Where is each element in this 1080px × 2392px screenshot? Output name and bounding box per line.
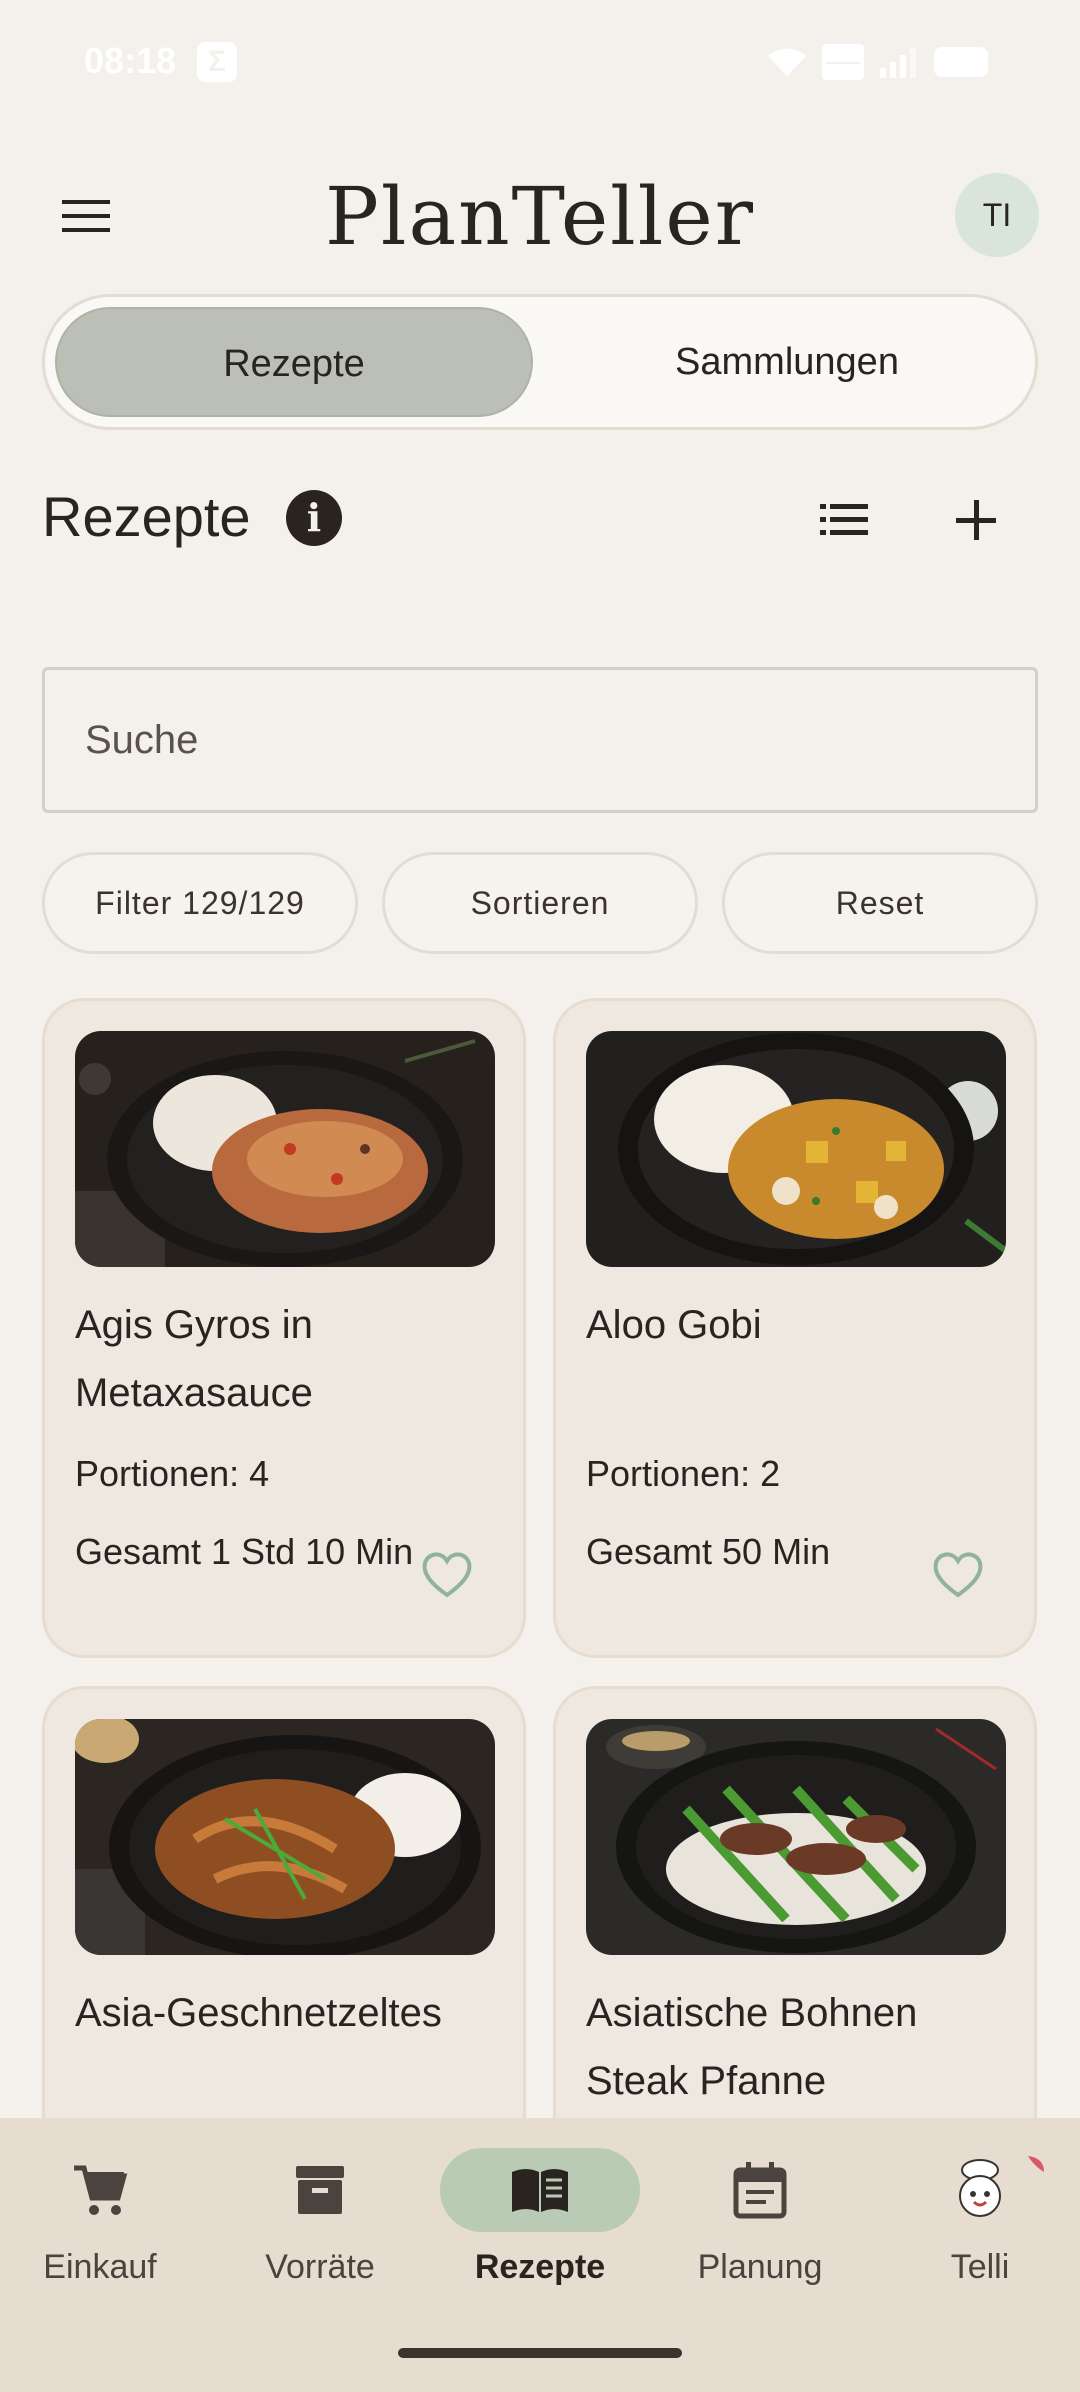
nav-label: Planung [697, 2248, 823, 2286]
app-title: PlanTeller [325, 170, 755, 263]
recipe-image [586, 1719, 1006, 1955]
notification-dot-icon [1028, 2156, 1044, 2172]
signal-icon [880, 48, 916, 78]
volte-icon [822, 44, 864, 80]
recipe-card[interactable]: Aloo Gobi Portionen: 2 Gesamt 50 Min [553, 998, 1037, 1658]
recipe-total-time: Gesamt 1 Std 10 Min [75, 1531, 414, 1572]
reset-chip[interactable]: Reset [722, 852, 1038, 954]
status-bar: 08:18 Σ [0, 0, 1080, 125]
recipe-portions: Portionen: 4 [75, 1453, 270, 1494]
recipe-card[interactable]: Agis Gyros in Metaxasauce Portionen: 4 G… [42, 998, 526, 1658]
recipe-title: Asiatische Bohnen Steak Pfanne [586, 1991, 918, 2103]
nav-label: Rezepte [474, 2248, 606, 2286]
nav-planung[interactable]: Planung [660, 2148, 860, 2328]
recipe-title: Agis Gyros in Metaxasauce [75, 1303, 313, 1415]
status-time: 08:18 [84, 40, 177, 81]
tab-recipes[interactable]: Rezepte [55, 307, 533, 417]
nav-vorraete[interactable]: Vorräte [220, 2148, 420, 2328]
sort-chip[interactable]: Sortieren [382, 852, 698, 954]
recipe-image [586, 1031, 1006, 1267]
recipe-title: Asia-Geschnetzeltes [75, 1991, 442, 2035]
battery-icon [934, 47, 988, 77]
heart-icon[interactable] [930, 1549, 986, 1601]
archive-icon [296, 2166, 344, 2214]
section-header: Rezepte i [0, 470, 1080, 570]
status-icons [766, 44, 990, 80]
recipe-book-icon [512, 2169, 568, 2212]
recipe-image [75, 1719, 495, 1955]
tab-collections[interactable]: Sammlungen [545, 307, 1029, 417]
bottom-navigation: Einkauf Vorräte Rezepte Planung Telli [0, 2118, 1080, 2392]
plus-icon[interactable] [944, 488, 1008, 552]
home-indicator[interactable] [398, 2348, 682, 2358]
app-bar: PlanTeller TI [0, 160, 1080, 270]
section-title: Rezepte [42, 485, 251, 548]
info-icon[interactable]: i [286, 490, 342, 546]
calendar-icon [733, 2162, 787, 2219]
filter-chip[interactable]: Filter 129/129 [42, 852, 358, 954]
tab-switcher: Rezepte Sammlungen [42, 294, 1038, 430]
recipe-total-time: Gesamt 50 Min [586, 1531, 831, 1572]
chef-mascot-icon [959, 2159, 1001, 2217]
recipe-portions: Portionen: 2 [586, 1453, 781, 1494]
wifi-icon [768, 48, 806, 76]
cart-icon [74, 2165, 128, 2215]
nav-label: Einkauf [43, 2248, 157, 2286]
sigma-icon: Σ [197, 42, 237, 82]
nav-label: Vorräte [265, 2248, 375, 2286]
nav-label: Telli [950, 2248, 1010, 2286]
recipe-card[interactable]: Asiatische Bohnen Steak Pfanne [553, 1686, 1037, 2166]
recipe-title: Aloo Gobi [586, 1303, 762, 1347]
avatar[interactable]: TI [955, 173, 1039, 257]
heart-icon[interactable] [419, 1549, 475, 1601]
recipe-image [75, 1031, 495, 1267]
nav-telli[interactable]: Telli [880, 2148, 1080, 2328]
nav-rezepte[interactable]: Rezepte [440, 2148, 640, 2328]
search-field[interactable] [42, 667, 1038, 813]
recipe-card[interactable]: Asia-Geschnetzeltes [42, 1686, 526, 2166]
search-input[interactable] [45, 670, 1035, 810]
nav-einkauf[interactable]: Einkauf [0, 2148, 200, 2328]
list-view-icon[interactable] [812, 492, 876, 548]
